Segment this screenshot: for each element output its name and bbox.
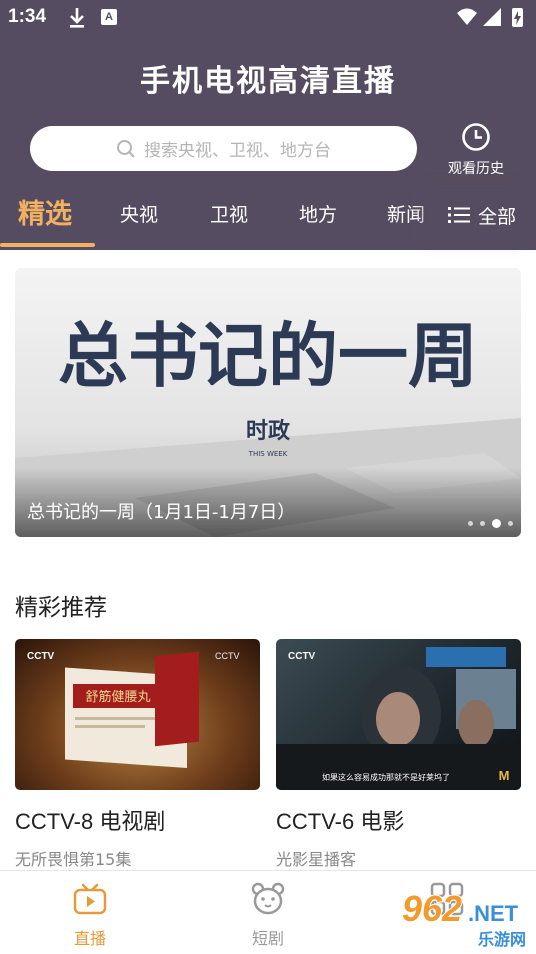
banner-logo-sub: THIS WEEK (248, 450, 288, 458)
nav-label: 短剧 (251, 929, 284, 948)
nav-live[interactable]: 直播 (40, 881, 140, 949)
app-title: 手机电视高清直播 (140, 64, 396, 99)
movie-subtitle: 如果这么容易成功那就不是好莱坞了 (322, 772, 450, 782)
product-name: 舒筋健腰丸 (85, 689, 150, 705)
search-icon (117, 139, 135, 158)
bear-icon (251, 882, 285, 915)
cctv6-thumbnail-art: CCTV 如果这么容易成功那就不是好莱坞了 M (276, 647, 521, 790)
recommend-card-cctv8[interactable]: CCTV CCTV 舒筋健腰丸 CCTV-8 电视剧 无所畏惧第15集 (15, 639, 260, 870)
app-header: 1:34 A 手机电视高清直播 搜索央视、卫视、地方台 观看历史 精选 央视 卫… (0, 0, 536, 250)
wifi-icon (457, 8, 477, 25)
recommend-card-cctv6[interactable]: CCTV 如果这么容易成功那就不是好莱坞了 M CCTV-6 电影 光影星播客 (276, 639, 521, 870)
tab-local[interactable]: 地方 (299, 190, 337, 240)
nav-label: 直播 (73, 929, 106, 948)
section-title: 精彩推荐 (15, 595, 107, 621)
svg-text:CCTV: CCTV (215, 651, 240, 661)
banner-art-title: 总书记的一周 (58, 314, 478, 397)
clock-icon (462, 123, 490, 151)
tv-icon (73, 883, 107, 915)
list-icon (448, 207, 470, 223)
cctv8-thumbnail-art: CCTV CCTV 舒筋健腰丸 (27, 651, 240, 769)
watermark-sub: 乐游网 (478, 930, 526, 949)
all-categories-button[interactable]: 全部 (440, 190, 536, 240)
category-tabs: 精选 央视 卫视 地方 新闻 全部 (0, 190, 536, 250)
card-title: CCTV-8 电视剧 (15, 809, 166, 834)
banner-dot[interactable] (468, 521, 473, 526)
history-label: 观看历史 (448, 161, 504, 177)
banner-dot[interactable] (508, 521, 513, 526)
download-icon (70, 8, 84, 28)
banner-dot-active[interactable] (492, 519, 501, 528)
card-subtitle: 无所畏惧第15集 (15, 850, 132, 869)
watermark-suffix: .NET (468, 901, 519, 926)
banner-dot[interactable] (480, 521, 485, 526)
tab-news[interactable]: 新闻 (387, 190, 425, 240)
banner-caption: 总书记的一周（1月1日-1月7日） (27, 502, 296, 523)
card-thumbnail: CCTV 如果这么容易成功那就不是好莱坞了 M (276, 639, 521, 790)
tab-cctv[interactable]: 央视 (120, 190, 158, 240)
banner-logo-text: 时政 (246, 418, 291, 444)
svg-text:CCTV: CCTV (27, 651, 55, 662)
watermark-number: 962 (402, 888, 462, 929)
featured-banner[interactable]: 总书记的一周 时政 THIS WEEK 总书记的一周（1月1日-1月7日） (15, 268, 521, 537)
status-time: 1:34 (8, 6, 47, 27)
nav-short-drama[interactable]: 短剧 (218, 881, 318, 949)
search-bar[interactable]: 搜索央视、卫视、地方台 (30, 126, 417, 171)
svg-text:M: M (499, 768, 510, 783)
status-icons (457, 8, 523, 27)
all-label: 全部 (478, 205, 517, 228)
banner-pagination (461, 519, 513, 528)
tab-indicator (0, 243, 95, 247)
card-title: CCTV-6 电影 (276, 809, 405, 834)
notification-a-icon: A (101, 9, 117, 25)
status-bar: 1:34 A (0, 0, 536, 36)
tab-satellite[interactable]: 卫视 (210, 190, 248, 240)
tab-selected[interactable]: 精选 (18, 190, 72, 240)
site-watermark: 962 .NET 乐游网 (401, 887, 527, 950)
signal-icon (483, 8, 501, 26)
history-button[interactable]: 观看历史 (440, 122, 512, 178)
search-placeholder: 搜索央视、卫视、地方台 (144, 141, 331, 161)
card-subtitle: 光影星播客 (276, 850, 357, 869)
svg-text:CCTV: CCTV (288, 651, 316, 662)
card-thumbnail: CCTV CCTV 舒筋健腰丸 (15, 639, 260, 790)
